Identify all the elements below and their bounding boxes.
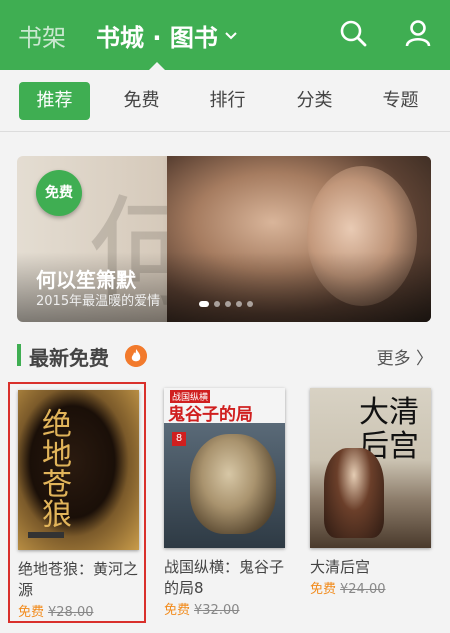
book-card[interactable]: 绝地苍狼 绝地苍狼：黄河之源 免费 ¥28.00 xyxy=(8,382,146,623)
chevron-down-icon xyxy=(225,31,237,39)
book-cover[interactable]: 绝地苍狼 xyxy=(18,390,139,550)
tab-free[interactable]: 免费 xyxy=(106,82,177,120)
free-label: 免费 xyxy=(18,605,45,620)
search-icon[interactable] xyxy=(338,18,368,48)
original-price: ¥32.00 xyxy=(194,603,240,618)
cover-illustration xyxy=(190,434,276,534)
bookstore-dropdown[interactable]: 书城 · 图书 xyxy=(96,18,238,53)
free-label: 免费 xyxy=(310,582,337,597)
carousel-dots xyxy=(199,301,253,307)
publisher-logo xyxy=(28,532,64,538)
promo-banner[interactable]: 何 免费 何以笙箫默 2015年最温暖的爱情 xyxy=(17,156,431,322)
top-bar: 书架 书城 · 图书 xyxy=(0,0,450,71)
book-card[interactable]: 大清后宫 大清后宫 免费 ¥24.00 xyxy=(302,382,440,623)
book-price: 免费 ¥32.00 xyxy=(164,599,240,618)
original-price: ¥28.00 xyxy=(48,605,94,620)
category-tabs: 推荐 免费 排行 分类 专题 xyxy=(0,70,450,132)
carousel-dot[interactable] xyxy=(236,301,242,307)
cover-title: 鬼谷子的局 xyxy=(168,405,253,425)
carousel-dot[interactable] xyxy=(214,301,220,307)
tab-topics[interactable]: 专题 xyxy=(365,82,436,120)
book-cover[interactable]: 战国纵横 鬼谷子的局 8 xyxy=(164,388,285,548)
section-title: 最新免费 xyxy=(29,346,109,370)
tab-category[interactable]: 分类 xyxy=(279,82,350,120)
book-title: 大清后宫 xyxy=(310,558,371,576)
book-price: 免费 ¥28.00 xyxy=(18,601,94,620)
bookstore-title: 书城 · 图书 xyxy=(96,24,218,52)
cover-title: 绝地苍狼 xyxy=(36,408,71,528)
free-label: 免费 xyxy=(164,603,191,618)
book-price: 免费 ¥24.00 xyxy=(310,578,386,597)
book-cover[interactable]: 大清后宫 xyxy=(310,388,431,548)
cover-volume: 8 xyxy=(172,432,186,446)
banner-subtitle: 2015年最温暖的爱情 xyxy=(36,294,161,309)
carousel-dot[interactable] xyxy=(225,301,231,307)
bookshelf-tab[interactable]: 书架 xyxy=(18,18,66,53)
section-accent-bar xyxy=(17,344,21,366)
original-price: ¥24.00 xyxy=(340,582,386,597)
tab-ranking[interactable]: 排行 xyxy=(192,82,263,120)
free-badge: 免费 xyxy=(36,170,82,216)
book-card[interactable]: 战国纵横 鬼谷子的局 8 战国纵横：鬼谷子的局8 免费 ¥32.00 xyxy=(156,382,294,623)
book-title: 绝地苍狼：黄河之源 xyxy=(18,560,139,599)
banner-title: 何以笙箫默 xyxy=(36,268,136,292)
more-link[interactable]: 更多 〉 xyxy=(377,344,433,369)
carousel-dot[interactable] xyxy=(247,301,253,307)
fire-icon xyxy=(125,345,147,367)
carousel-dot[interactable] xyxy=(199,301,209,307)
cover-illustration xyxy=(324,448,384,538)
user-icon[interactable] xyxy=(403,18,433,48)
tab-recommend[interactable]: 推荐 xyxy=(19,82,90,120)
book-title: 战国纵横：鬼谷子的局8 xyxy=(164,558,285,597)
section-header: 最新免费 更多 〉 xyxy=(17,340,433,370)
